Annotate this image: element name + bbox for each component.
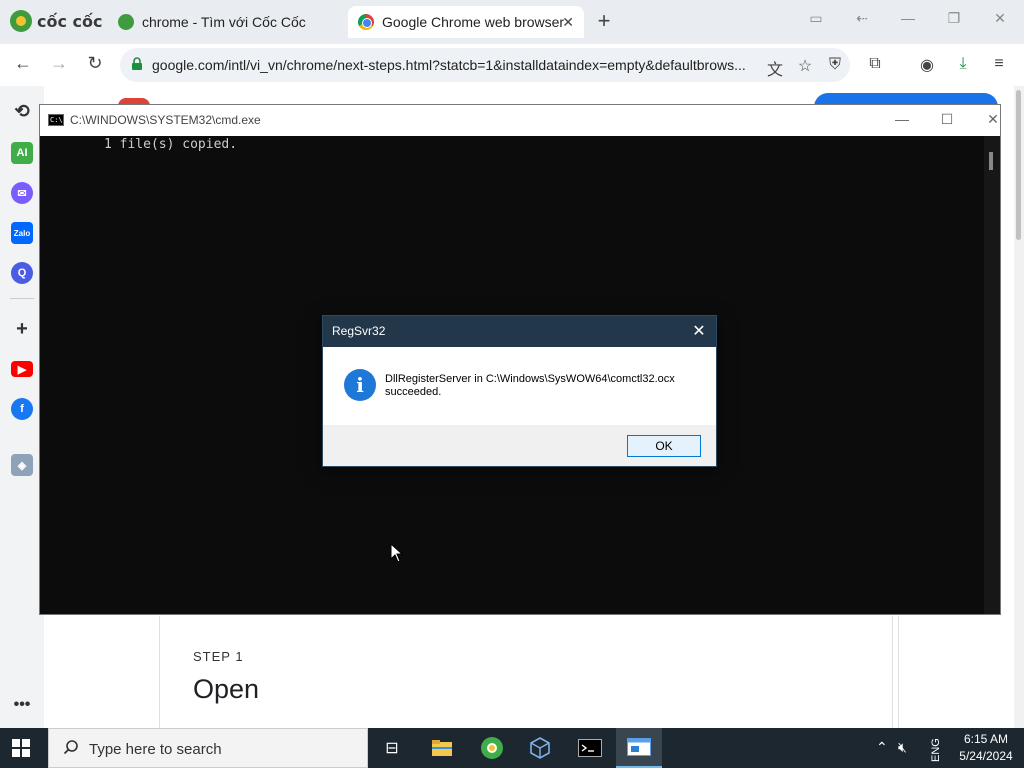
ai-assistant-icon[interactable]: AI	[11, 142, 33, 164]
youtube-icon[interactable]: ▶	[11, 361, 33, 377]
dialog-close-icon[interactable]: ✕	[690, 321, 708, 341]
profile-icon[interactable]: ◉	[916, 55, 938, 75]
cmd-maximize-button[interactable]: ☐	[937, 111, 957, 128]
new-tab-button[interactable]: +	[594, 8, 614, 34]
page-scrollbar[interactable]	[1014, 86, 1024, 728]
cmd-titlebar[interactable]: C:\ C:\WINDOWS\SYSTEM32\cmd.exe — ☐ ✕	[40, 105, 1000, 136]
bookmark-star-icon[interactable]: ☆	[795, 56, 815, 76]
clock-date: 5/24/2024	[959, 749, 1013, 763]
url-text[interactable]: google.com/intl/vi_vn/chrome/next-steps.…	[152, 57, 762, 73]
download-icon[interactable]: ⤓	[952, 55, 974, 73]
tab-coccoc-search[interactable]: chrome - Tìm với Cốc Cốc	[116, 6, 336, 38]
close-window-button[interactable]: ✕	[988, 10, 1012, 27]
tab-chrome-browser[interactable]: Google Chrome web browser ✕	[348, 6, 584, 38]
reading-mode-icon[interactable]: ▭	[804, 10, 828, 27]
step-label: STEP 1	[193, 649, 244, 664]
cmd-scrollbar[interactable]	[984, 136, 1000, 614]
brand-name: cốc cốc	[37, 11, 103, 31]
translate-icon[interactable]: 文	[765, 56, 785, 80]
volume-muted-icon[interactable]: 🔇︎	[898, 739, 907, 756]
search-placeholder: Type here to search	[89, 741, 222, 758]
step-card: STEP 1 Open	[159, 616, 893, 728]
tab-title: chrome - Tìm với Cốc Cốc	[142, 14, 306, 30]
forward-arrow-icon[interactable]: →	[46, 53, 72, 74]
chrome-favicon-icon	[358, 14, 374, 30]
ok-button[interactable]: OK	[627, 435, 701, 457]
address-bar[interactable]: google.com/intl/vi_vn/chrome/next-steps.…	[120, 48, 850, 82]
sidebar-divider	[10, 298, 34, 299]
card-edge	[898, 616, 906, 728]
zalo-icon[interactable]: Zalo	[11, 222, 33, 244]
file-explorer-icon[interactable]	[428, 734, 456, 762]
input-language[interactable]: ENG	[930, 734, 942, 762]
cmd-minimize-button[interactable]: —	[892, 111, 912, 127]
show-hidden-icons-icon[interactable]: ⌃	[876, 739, 888, 756]
virtualbox-icon[interactable]	[526, 734, 554, 762]
coccoc-logo-icon	[10, 10, 32, 32]
browser-toolbar: ← → ↻ google.com/intl/vi_vn/chrome/next-…	[0, 44, 1024, 86]
back-arrow-icon[interactable]: ←	[10, 53, 36, 74]
facebook-icon[interactable]: f	[11, 398, 33, 420]
history-icon[interactable]: ⟲	[11, 100, 33, 122]
messenger-icon[interactable]: ✉	[11, 182, 33, 204]
cmd-title: C:\WINDOWS\SYSTEM32\cmd.exe	[70, 113, 261, 127]
back-history-icon[interactable]: ⇠	[850, 10, 874, 27]
tab-title: Google Chrome web browser	[382, 14, 565, 30]
coccoc-favicon-icon	[118, 14, 134, 30]
more-options-icon[interactable]: •••	[11, 694, 33, 716]
minimize-button[interactable]: —	[896, 10, 920, 26]
cmd-app-icon: C:\	[48, 114, 64, 126]
clock-time: 6:15 AM	[963, 732, 1009, 746]
page-scroll-thumb[interactable]	[1016, 90, 1021, 240]
coccoc-logo[interactable]: cốc cốc	[10, 10, 103, 32]
regsvr32-taskbar-icon[interactable]	[616, 728, 662, 768]
coccoc-taskbar-icon[interactable]	[478, 734, 506, 762]
task-view-icon[interactable]: ⊟	[378, 734, 406, 762]
dialog-titlebar[interactable]: RegSvr32 ✕	[323, 316, 716, 347]
browser-sidebar: ⟲ AI ✉ Zalo Q + ▶ f ◈ •••	[0, 86, 44, 728]
dialog-body: i DllRegisterServer in C:\Windows\SysWOW…	[323, 347, 716, 425]
terminal-taskbar-icon[interactable]	[576, 734, 604, 762]
dialog-title: RegSvr32	[332, 324, 386, 338]
system-clock[interactable]: 6:15 AM 5/24/2024	[950, 731, 1022, 765]
browser-tabstrip: cốc cốc chrome - Tìm với Cốc Cốc Google …	[0, 0, 1024, 44]
maximize-button[interactable]: ❐	[942, 10, 966, 27]
reload-icon[interactable]: ↻	[82, 53, 108, 74]
windows-start-icon[interactable]	[12, 739, 30, 757]
q-app-icon[interactable]: Q	[11, 262, 33, 284]
cmd-scroll-thumb[interactable]	[989, 152, 993, 170]
add-app-icon[interactable]: +	[11, 318, 33, 340]
menu-icon[interactable]: ≡	[988, 55, 1010, 73]
secure-lock-icon	[132, 57, 142, 70]
cmd-output-text: 1 file(s) copied.	[104, 137, 238, 152]
regsvr32-dialog: RegSvr32 ✕ i DllRegisterServer in C:\Win…	[322, 315, 717, 467]
windows-taskbar: Type here to search ⊟ ⌃ 🔇︎ ENG 6:15 AM 5…	[0, 728, 1024, 768]
cmd-close-button[interactable]: ✕	[983, 111, 1003, 128]
tab-close-icon[interactable]: ✕	[562, 14, 574, 31]
step-title: Open	[193, 674, 260, 704]
taskbar-search[interactable]: Type here to search	[48, 728, 368, 768]
info-icon: i	[344, 369, 376, 401]
mouse-cursor-icon	[390, 543, 404, 563]
dialog-message: DllRegisterServer in C:\Windows\SysWOW64…	[385, 373, 675, 398]
search-icon	[63, 740, 78, 755]
shield-icon[interactable]: ⛨	[825, 56, 845, 74]
game-app-icon[interactable]: ◈	[11, 454, 33, 476]
extensions-icon[interactable]: ⧉	[864, 55, 886, 73]
